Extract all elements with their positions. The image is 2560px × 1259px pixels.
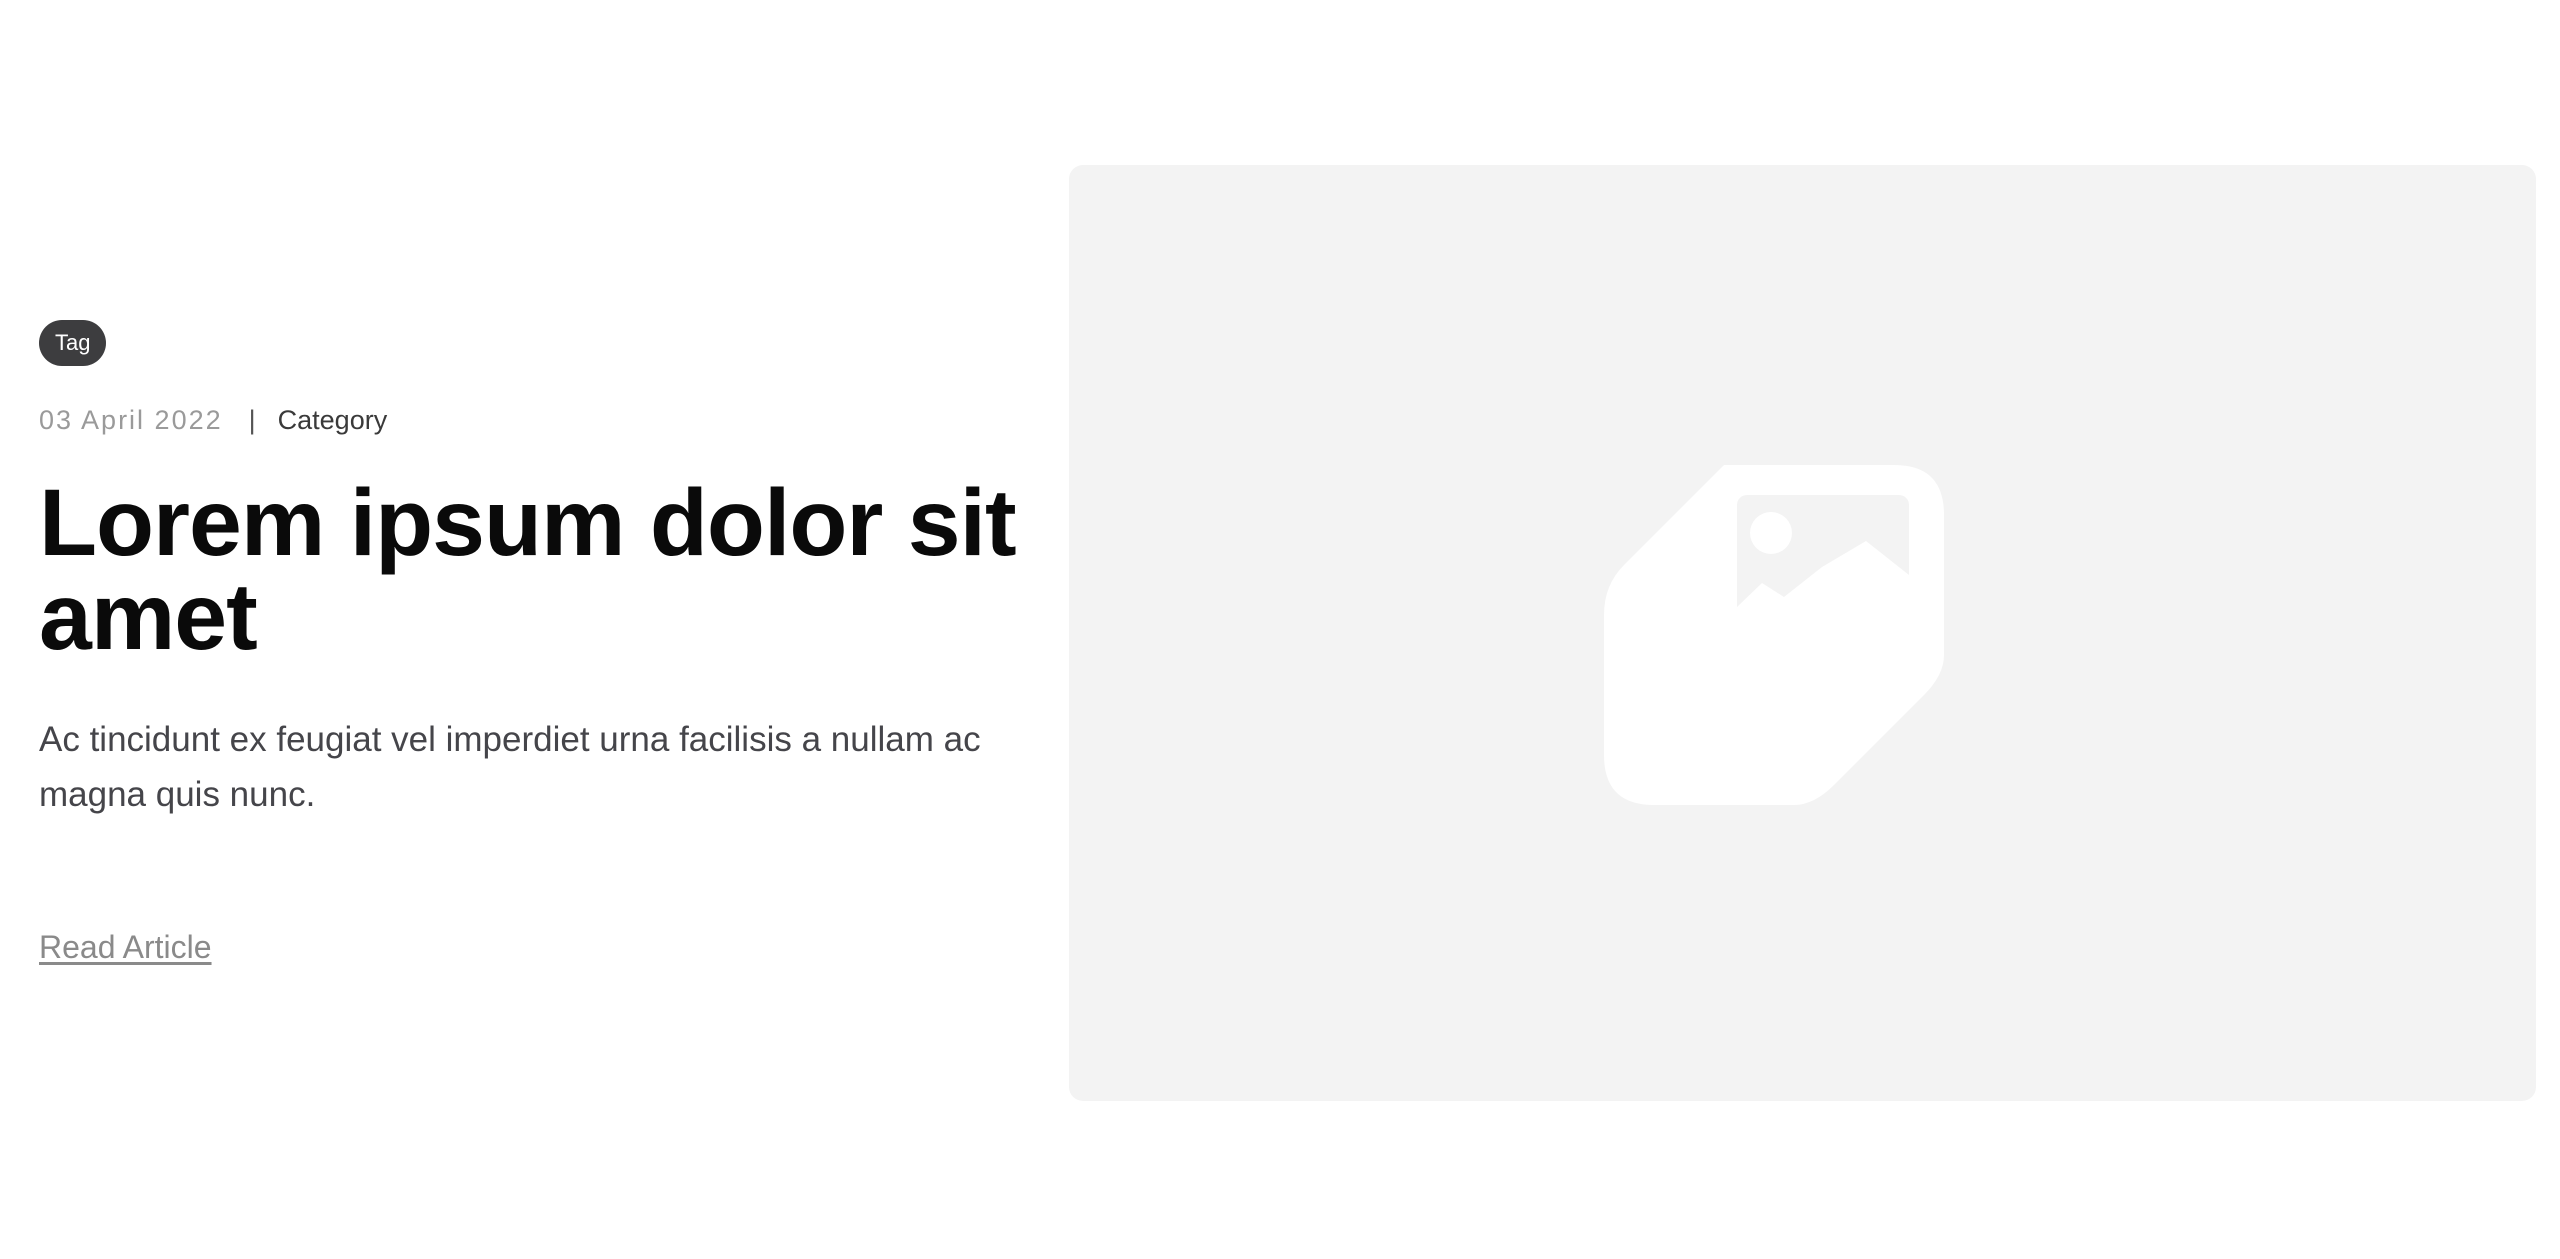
article-description: Ac tincidunt ex feugiat vel imperdiet ur… [39, 720, 981, 814]
meta-separator: | [248, 404, 256, 435]
article-meta: 03 April 2022 | Category [39, 402, 1029, 438]
article-title: Lorem ipsum dolor sit amet [39, 470, 1017, 670]
article-text-column: Tag 03 April 2022 | Category Lorem ipsum… [39, 320, 1029, 966]
category-label[interactable]: Category [278, 405, 388, 436]
article-hero: Tag 03 April 2022 | Category Lorem ipsum… [0, 0, 2560, 1259]
article-image [1069, 165, 2536, 1101]
read-article-link[interactable]: Read Article [39, 929, 212, 966]
tag-badge[interactable]: Tag [39, 320, 107, 366]
publish-date: 03 April 2022 [39, 404, 223, 435]
image-placeholder-icon [1604, 465, 1944, 805]
